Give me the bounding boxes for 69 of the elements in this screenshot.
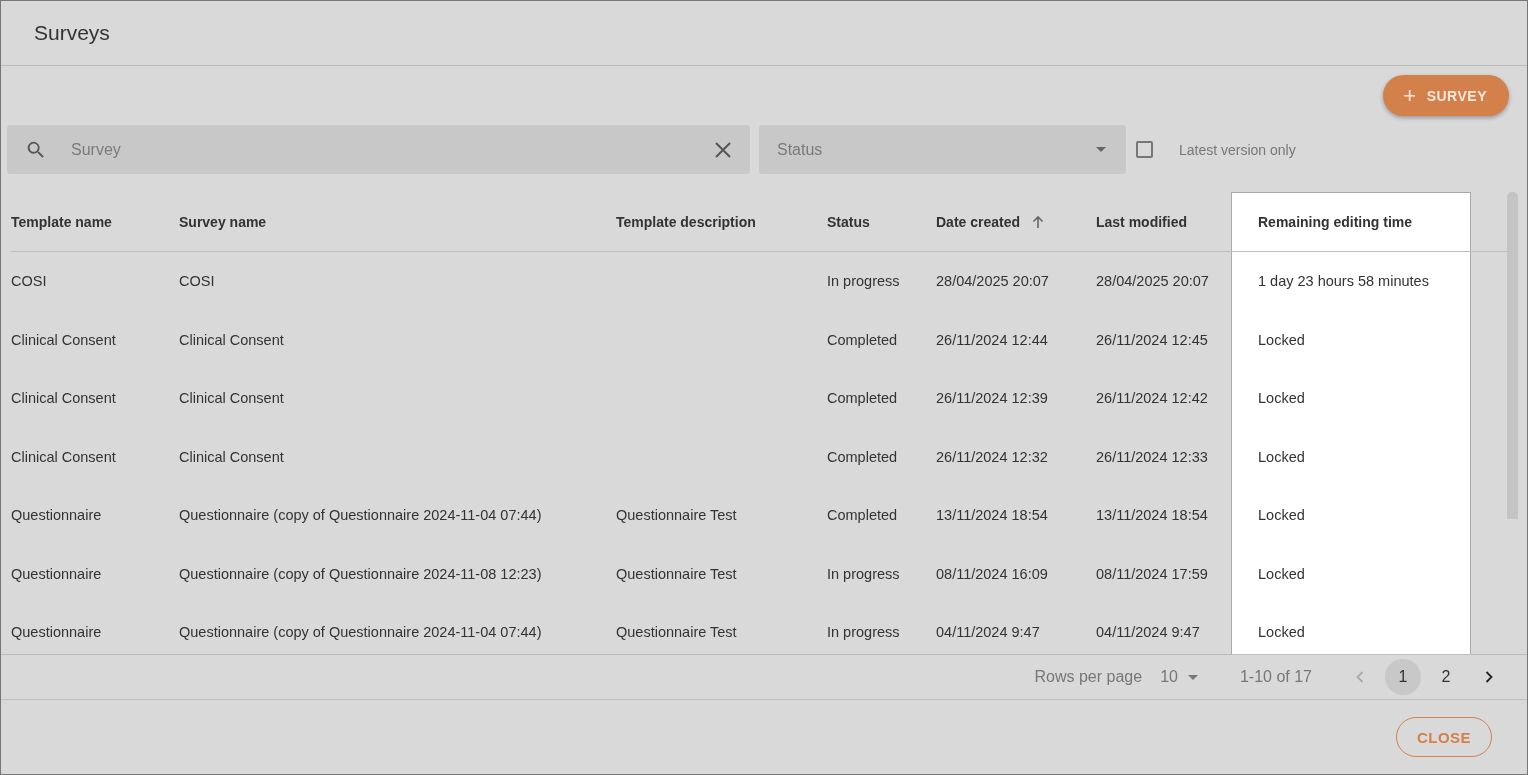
- table-cell: In progress: [827, 624, 900, 641]
- column-header[interactable]: Template name: [11, 213, 112, 230]
- table-cell: 04/11/2024 9:47: [936, 624, 1040, 641]
- plus-icon: +: [1403, 82, 1417, 109]
- page-range: 1-10 of 17: [1239, 668, 1312, 686]
- table-cell: COSI: [11, 273, 47, 290]
- column-header[interactable]: Remaining editing time: [1258, 214, 1412, 230]
- table-cell: Clinical Consent: [179, 390, 284, 407]
- caret-icon: [1187, 674, 1198, 680]
- table-cell: 26/11/2024 12:42: [1096, 390, 1208, 407]
- table-cell: In progress: [827, 273, 900, 290]
- table-cell: 26/11/2024 12:45: [1096, 331, 1208, 348]
- table-cell: 13/11/2024 18:54: [936, 507, 1048, 524]
- table-cell: 13/11/2024 18:54: [1096, 507, 1208, 524]
- table-cell: Clinical Consent: [11, 448, 116, 465]
- table-cell: 04/11/2024 9:47: [1096, 624, 1200, 641]
- table-cell: 26/11/2024 12:33: [1096, 448, 1208, 465]
- table-cell: Questionnaire Test: [616, 565, 737, 582]
- table-cell: Completed: [827, 507, 898, 524]
- table-cell: COSI: [179, 273, 215, 290]
- table-cell: 26/11/2024 12:44: [936, 331, 1048, 348]
- caret-icon: [1096, 147, 1106, 152]
- page-button[interactable]: 2: [1428, 659, 1464, 695]
- table-cell: Completed: [827, 390, 898, 407]
- chevron-left-icon: [1356, 671, 1364, 683]
- table-cell: Locked: [1258, 565, 1305, 582]
- table-cell: Locked: [1258, 507, 1305, 524]
- table-cell: Clinical Consent: [11, 331, 116, 348]
- table-cell: Locked: [1258, 624, 1305, 641]
- checkbox-label: Latest version only: [1179, 141, 1296, 158]
- table-cell: 28/04/2025 20:07: [936, 273, 1049, 290]
- search-field[interactable]: Survey: [7, 125, 750, 174]
- table-cell: Clinical Consent: [11, 390, 116, 407]
- table-cell: Questionnaire: [11, 565, 102, 582]
- column-header[interactable]: Last modified: [1096, 213, 1187, 230]
- table-cell: Questionnaire: [11, 624, 102, 641]
- chevron-right-icon: [1485, 671, 1493, 683]
- table-cell: 26/11/2024 12:39: [936, 390, 1048, 407]
- scrollbar-thumb[interactable]: [1507, 192, 1518, 519]
- rows-per-page-label: Rows per page: [1034, 668, 1143, 686]
- table-cell: 26/11/2024 12:32: [936, 448, 1048, 465]
- table-cell: Questionnaire (copy of Questionnaire 2024-11-04 07:44): [179, 624, 542, 641]
- table-cell: 1 day 23 hours 58 minutes: [1258, 273, 1429, 290]
- table-cell: 08/11/2024 16:09: [936, 565, 1048, 582]
- table-cell: Locked: [1258, 331, 1305, 348]
- table-cell: Questionnaire Test: [616, 624, 737, 641]
- table-cell: 08/11/2024 17:59: [1096, 565, 1208, 582]
- table-cell: Questionnaire: [11, 507, 102, 524]
- column-header[interactable]: Survey name: [179, 213, 267, 230]
- table-cell: Locked: [1258, 390, 1305, 407]
- table-cell: 28/04/2025 20:07: [1096, 273, 1209, 290]
- column-header[interactable]: Date created: [936, 213, 1045, 230]
- table-cell: Questionnaire (copy of Questionnaire 2024-11-04 07:44): [179, 507, 542, 524]
- table-cell: Clinical Consent: [179, 331, 284, 348]
- column-header[interactable]: Status: [827, 213, 870, 230]
- dialog-title: Surveys: [34, 21, 110, 45]
- close-icon[interactable]: [714, 140, 732, 159]
- page-button[interactable]: 1: [1385, 659, 1421, 695]
- arrow-up-icon[interactable]: [1032, 213, 1045, 230]
- table-cell: Completed: [827, 448, 898, 465]
- table-cell: Clinical Consent: [179, 448, 284, 465]
- column-header[interactable]: Template description: [616, 213, 756, 230]
- table-cell: Locked: [1258, 448, 1305, 465]
- search-input[interactable]: Survey: [69, 139, 714, 160]
- table-cell: Questionnaire Test: [616, 507, 737, 524]
- table-cell: Completed: [827, 331, 898, 348]
- table-cell: Questionnaire (copy of Questionnaire 2024-11-08 12:23): [179, 565, 542, 582]
- table-cell: In progress: [827, 565, 900, 582]
- checkbox[interactable]: [1136, 141, 1153, 158]
